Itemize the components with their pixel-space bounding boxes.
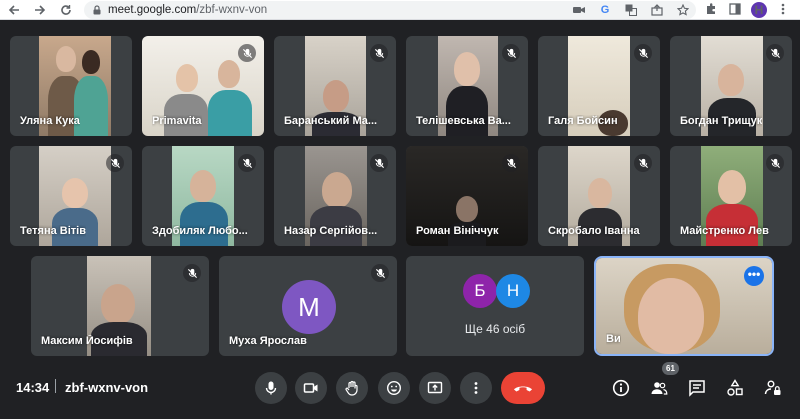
browser-toolbar: meet.google.com/zbf-wxnv-von G H bbox=[0, 0, 800, 20]
camera-icon bbox=[303, 383, 318, 393]
control-bar: 14:34 zbf-wxnv-von 61 bbox=[0, 362, 800, 419]
mic-off-icon bbox=[634, 154, 652, 172]
sidepanel-icon[interactable] bbox=[727, 2, 743, 18]
mic-off-icon bbox=[106, 154, 124, 172]
participant-name: Галя Бойсин bbox=[548, 115, 618, 127]
host-controls-button[interactable] bbox=[761, 376, 785, 400]
participant-tile[interactable]: Телішевська Ва... bbox=[406, 36, 528, 136]
more-options-icon[interactable]: ••• bbox=[744, 266, 764, 286]
participant-avatar: Н bbox=[496, 274, 530, 308]
participant-name: Скробало Іванна bbox=[548, 225, 640, 237]
participant-tile[interactable]: Уляна Кука bbox=[10, 36, 132, 136]
participant-tile[interactable]: Максим Йосифів bbox=[31, 256, 209, 356]
participant-tile[interactable]: Баранський Ма... bbox=[274, 36, 396, 136]
participant-name: Максим Йосифів bbox=[41, 335, 133, 347]
camera-button[interactable] bbox=[295, 372, 327, 404]
mic-off-icon bbox=[238, 44, 256, 62]
people-icon bbox=[651, 382, 668, 395]
microphone-button[interactable] bbox=[255, 372, 287, 404]
participant-name: Назар Сергійов... bbox=[284, 225, 378, 237]
forward-icon[interactable] bbox=[30, 0, 50, 20]
mic-off-icon bbox=[238, 154, 256, 172]
more-options-button[interactable] bbox=[460, 372, 492, 404]
mic-icon bbox=[265, 381, 277, 395]
participant-tile[interactable]: Здобиляк Любо... bbox=[142, 146, 264, 246]
translate-icon[interactable] bbox=[624, 3, 638, 17]
mic-off-icon bbox=[766, 154, 784, 172]
shapes-icon bbox=[727, 379, 743, 396]
reload-icon[interactable] bbox=[56, 0, 76, 20]
emoji-icon bbox=[386, 380, 402, 396]
divider bbox=[55, 379, 56, 393]
participant-tile[interactable]: Скробало Іванна bbox=[538, 146, 660, 246]
participant-avatar: Б bbox=[463, 274, 497, 308]
meeting-details-button[interactable] bbox=[609, 376, 633, 400]
participant-tile[interactable]: Роман Вініччук bbox=[406, 146, 528, 246]
participant-tile[interactable]: Галя Бойсин bbox=[538, 36, 660, 136]
mic-off-icon bbox=[502, 154, 520, 172]
extensions-icon[interactable] bbox=[703, 2, 719, 18]
participant-name: Здобиляк Любо... bbox=[152, 225, 248, 237]
mic-off-icon bbox=[502, 44, 520, 62]
lock-icon[interactable] bbox=[92, 5, 102, 15]
address-bar[interactable]: meet.google.com/zbf-wxnv-von G bbox=[84, 1, 696, 19]
mic-off-icon bbox=[634, 44, 652, 62]
participant-name: Роман Вініччук bbox=[416, 225, 499, 237]
url-text: meet.google.com/zbf-wxnv-von bbox=[108, 4, 268, 16]
mic-off-icon bbox=[370, 44, 388, 62]
others-tile[interactable] bbox=[406, 256, 584, 356]
hand-icon bbox=[345, 380, 358, 396]
activities-button[interactable] bbox=[723, 376, 747, 400]
mic-off-icon bbox=[766, 44, 784, 62]
present-button[interactable] bbox=[419, 372, 451, 404]
participant-tile[interactable]: Primavita bbox=[142, 36, 264, 136]
profile-avatar[interactable]: H bbox=[751, 2, 767, 18]
mic-off-icon bbox=[371, 264, 389, 282]
participant-name: Майстренко Лев bbox=[680, 225, 769, 237]
reactions-button[interactable] bbox=[378, 372, 410, 404]
share-icon[interactable] bbox=[650, 3, 664, 17]
participant-avatar: M bbox=[282, 280, 336, 334]
participant-name: Телішевська Ва... bbox=[416, 115, 511, 127]
leave-call-button[interactable] bbox=[501, 372, 545, 404]
participant-name: Муха Ярослав bbox=[229, 335, 307, 347]
participant-tile[interactable]: Богдан Трищук bbox=[670, 36, 792, 136]
hang-up-icon bbox=[514, 386, 532, 392]
participant-name: Уляна Кука bbox=[20, 115, 80, 127]
participant-name: Primavita bbox=[152, 115, 202, 127]
participant-tile[interactable]: Тетяна Вітів bbox=[10, 146, 132, 246]
participant-name: Ви bbox=[606, 333, 621, 345]
lock-person-icon bbox=[764, 380, 781, 395]
others-count-label: Ще 46 осіб bbox=[464, 322, 526, 336]
camera-in-use-icon[interactable] bbox=[572, 3, 586, 17]
participant-name: Баранський Ма... bbox=[284, 115, 378, 127]
vertical-dots-icon bbox=[474, 382, 478, 394]
participant-name: Богдан Трищук bbox=[680, 115, 763, 127]
raise-hand-button[interactable] bbox=[336, 372, 368, 404]
self-tile[interactable]: ••• Ви bbox=[594, 256, 774, 356]
google-lens-icon[interactable]: G bbox=[598, 3, 612, 17]
mic-off-icon bbox=[370, 154, 388, 172]
meeting-code: zbf-wxnv-von bbox=[65, 380, 149, 395]
present-screen-icon bbox=[427, 381, 443, 394]
participant-name: Тетяна Вітів bbox=[20, 225, 86, 237]
participant-tile[interactable]: Назар Сергійов... bbox=[274, 146, 396, 246]
people-button[interactable] bbox=[647, 376, 671, 400]
participant-count-badge: 61 bbox=[662, 362, 679, 375]
back-icon[interactable] bbox=[4, 0, 24, 20]
chat-button[interactable] bbox=[685, 376, 709, 400]
participant-tile[interactable]: Майстренко Лев bbox=[670, 146, 792, 246]
chat-icon bbox=[689, 380, 705, 397]
bookmark-star-icon[interactable] bbox=[676, 3, 690, 17]
info-icon bbox=[612, 379, 630, 397]
meeting-time: 14:34 bbox=[16, 380, 50, 395]
mic-off-icon bbox=[183, 264, 201, 282]
browser-menu-icon[interactable] bbox=[775, 3, 791, 18]
